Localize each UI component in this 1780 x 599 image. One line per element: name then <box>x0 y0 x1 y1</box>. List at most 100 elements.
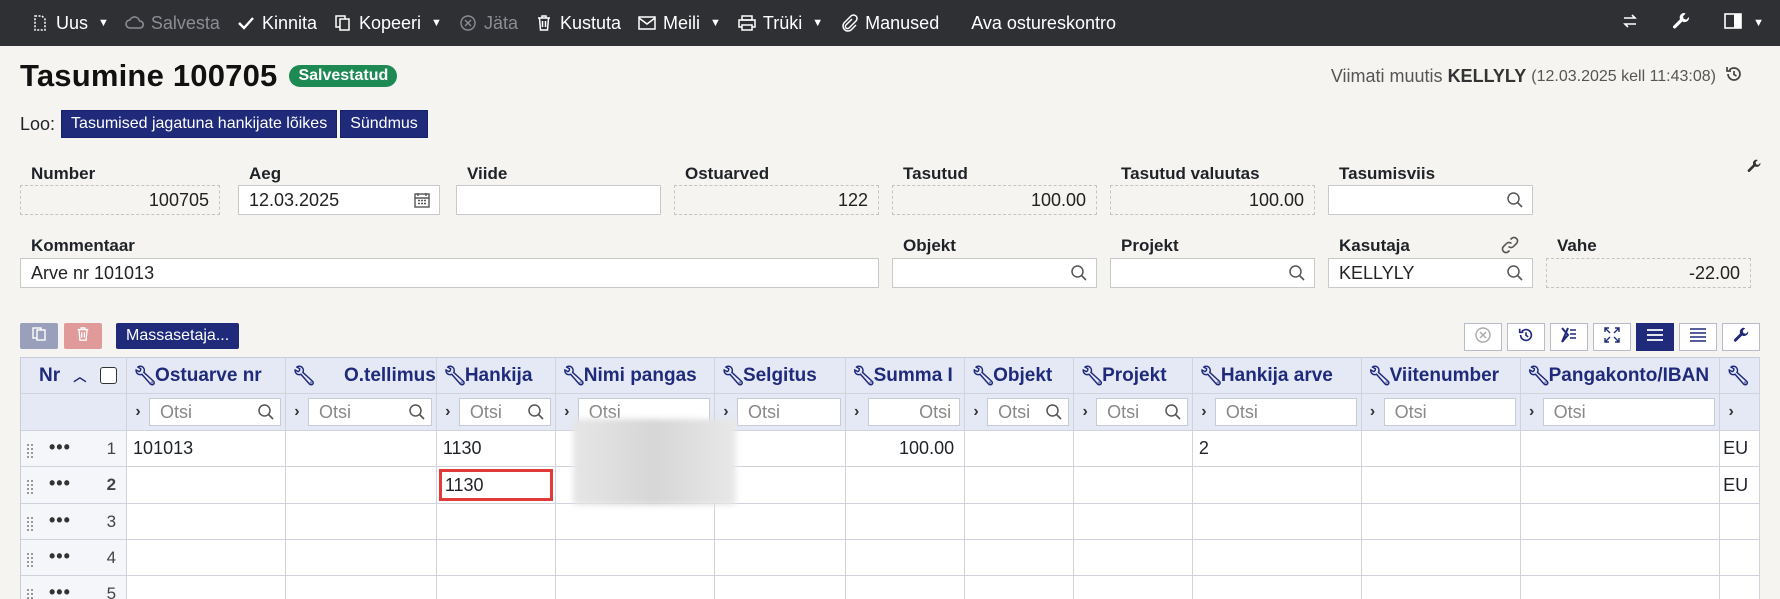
cell-object[interactable] <box>964 466 1075 504</box>
cell-object[interactable] <box>964 575 1075 599</box>
search-icon[interactable] <box>1045 403 1063 426</box>
search-icon[interactable] <box>1506 191 1524 214</box>
col-header-amount[interactable]: 🔧︎Summa I <box>845 357 966 394</box>
filter-input-reference-number[interactable]: Otsi <box>1383 398 1516 426</box>
discard-button[interactable]: Jäta <box>450 0 526 46</box>
reference-field[interactable] <box>456 185 661 215</box>
chevron-right-icon[interactable]: › <box>1197 403 1211 421</box>
col-header-more[interactable]: 🔧︎ <box>1719 357 1760 394</box>
panel-toggle-button[interactable]: ▼ <box>1707 0 1780 46</box>
col-header-explanation[interactable]: 🔧︎Selgitus <box>714 357 846 394</box>
col-header-object[interactable]: 🔧︎Objekt <box>964 357 1075 394</box>
chevron-right-icon[interactable]: › <box>1724 403 1738 421</box>
link-icon[interactable] <box>1500 235 1520 260</box>
search-icon[interactable] <box>1288 264 1306 287</box>
cell-amount[interactable] <box>845 466 966 504</box>
cell-amount[interactable] <box>845 539 966 576</box>
drag-handle-icon[interactable] <box>27 551 33 572</box>
search-icon[interactable] <box>1070 264 1088 287</box>
search-icon[interactable] <box>408 403 426 426</box>
open-ledger-button[interactable]: Ava ostureskontro <box>963 0 1124 46</box>
chevron-right-icon[interactable]: › <box>1525 403 1539 421</box>
row-menu-icon[interactable]: ••• <box>49 473 71 494</box>
chevron-right-icon[interactable]: › <box>1366 403 1380 421</box>
cell-iban[interactable] <box>1520 539 1721 576</box>
cell-supplier[interactable]: 1130 <box>436 430 556 467</box>
row-number-cell[interactable]: ••• 5 <box>21 575 128 599</box>
cell-supplier-invoice[interactable]: 2 <box>1192 430 1362 467</box>
wrench-icon[interactable]: 🔧︎ <box>1368 364 1392 388</box>
col-header-nr[interactable]: Nr ︿ <box>21 357 128 394</box>
expand-button[interactable] <box>1593 323 1631 351</box>
cell-supplier[interactable] <box>436 539 556 576</box>
chevron-right-icon[interactable]: › <box>441 403 455 421</box>
calendar-icon[interactable] <box>413 191 431 214</box>
copy-rows-button[interactable] <box>20 323 58 349</box>
cell-extra[interactable]: EU <box>1719 466 1760 504</box>
filter-input-supplier-invoice[interactable]: Otsi <box>1214 398 1357 426</box>
payment-method-field[interactable] <box>1328 185 1533 215</box>
cell-explanation[interactable] <box>714 539 846 576</box>
wrench-icon[interactable]: 🔧︎ <box>1199 364 1223 388</box>
cell-purchase-invoice[interactable] <box>126 539 286 576</box>
col-header-supplier[interactable]: 🔧︎Hankija <box>436 357 556 394</box>
cell-order[interactable] <box>285 575 437 599</box>
cell-object[interactable] <box>964 539 1075 576</box>
row-menu-icon[interactable]: ••• <box>49 510 71 531</box>
drag-handle-icon[interactable] <box>27 515 33 536</box>
chevron-down-icon[interactable]: ▼ <box>1753 17 1764 29</box>
cell-bank-name[interactable] <box>555 503 715 540</box>
search-icon[interactable] <box>1506 264 1524 287</box>
email-button[interactable]: Meili ▼ <box>629 0 729 46</box>
row-number-cell[interactable]: ••• 4 <box>21 539 128 576</box>
cell-purchase-invoice[interactable] <box>126 466 286 504</box>
cell-supplier-active[interactable]: 1130 <box>436 466 556 504</box>
print-button[interactable]: Trüki ▼ <box>729 0 831 46</box>
table-row[interactable]: ••• 1 101013 1130 100.00 2 EU <box>21 430 1760 467</box>
active-cell-editor[interactable]: 1130 <box>438 469 553 501</box>
drag-handle-icon[interactable] <box>27 442 33 463</box>
table-row[interactable]: ••• 5 <box>21 575 1760 599</box>
col-header-project[interactable]: 🔧︎Projekt <box>1073 357 1193 394</box>
object-field[interactable] <box>892 258 1097 288</box>
cell-reference-number[interactable] <box>1361 466 1521 504</box>
filter-input-explanation[interactable]: Otsi <box>736 398 841 426</box>
filter-input-purchase-invoice[interactable]: Otsi <box>149 398 281 426</box>
history-icon[interactable] <box>1724 64 1744 89</box>
row-number-cell[interactable]: ••• 2 <box>21 466 128 504</box>
drag-handle-icon[interactable] <box>27 587 33 599</box>
cell-project[interactable] <box>1073 466 1193 504</box>
filter-input-object[interactable]: Otsi <box>987 398 1070 426</box>
wrench-icon[interactable]: 🔧︎ <box>1080 364 1104 388</box>
col-header-order[interactable]: 🔧︎ O.tellimus <box>285 357 437 394</box>
chevron-right-icon[interactable]: › <box>290 403 304 421</box>
cell-project[interactable] <box>1073 430 1193 467</box>
cell-amount[interactable]: 100.00 <box>845 430 966 467</box>
settings-button[interactable] <box>1655 0 1707 46</box>
select-all-checkbox[interactable] <box>99 366 117 384</box>
cell-supplier-invoice[interactable] <box>1192 575 1362 599</box>
wrench-icon[interactable]: 🔧︎ <box>292 364 316 388</box>
cell-object[interactable] <box>964 430 1075 467</box>
row-menu-icon[interactable]: ••• <box>49 582 71 599</box>
row-number-cell[interactable]: ••• 3 <box>21 503 128 540</box>
swap-button[interactable] <box>1605 0 1655 46</box>
wrench-icon[interactable]: 🔧︎ <box>971 364 995 388</box>
filter-input-order[interactable]: Otsi <box>307 398 432 426</box>
cell-supplier[interactable] <box>436 503 556 540</box>
comment-field[interactable]: Arve nr 101013 <box>20 258 879 288</box>
wrench-icon[interactable]: 🔧︎ <box>562 364 586 388</box>
wrench-icon[interactable]: 🔧︎ <box>1726 364 1750 388</box>
cell-reference-number[interactable] <box>1361 503 1521 540</box>
create-event-button[interactable]: Sündmus <box>340 110 428 138</box>
export-excel-button[interactable] <box>1550 323 1588 351</box>
cell-purchase-invoice[interactable] <box>126 575 286 599</box>
wrench-icon[interactable]: 🔧︎ <box>443 364 467 388</box>
chevron-down-icon[interactable]: ▼ <box>98 17 109 29</box>
cell-explanation[interactable] <box>714 503 846 540</box>
cell-explanation[interactable] <box>714 575 846 599</box>
cell-order[interactable] <box>285 503 437 540</box>
wrench-icon[interactable]: 🔧︎ <box>721 364 745 388</box>
cell-bank-name[interactable] <box>555 539 715 576</box>
cell-bank-name[interactable] <box>555 575 715 599</box>
